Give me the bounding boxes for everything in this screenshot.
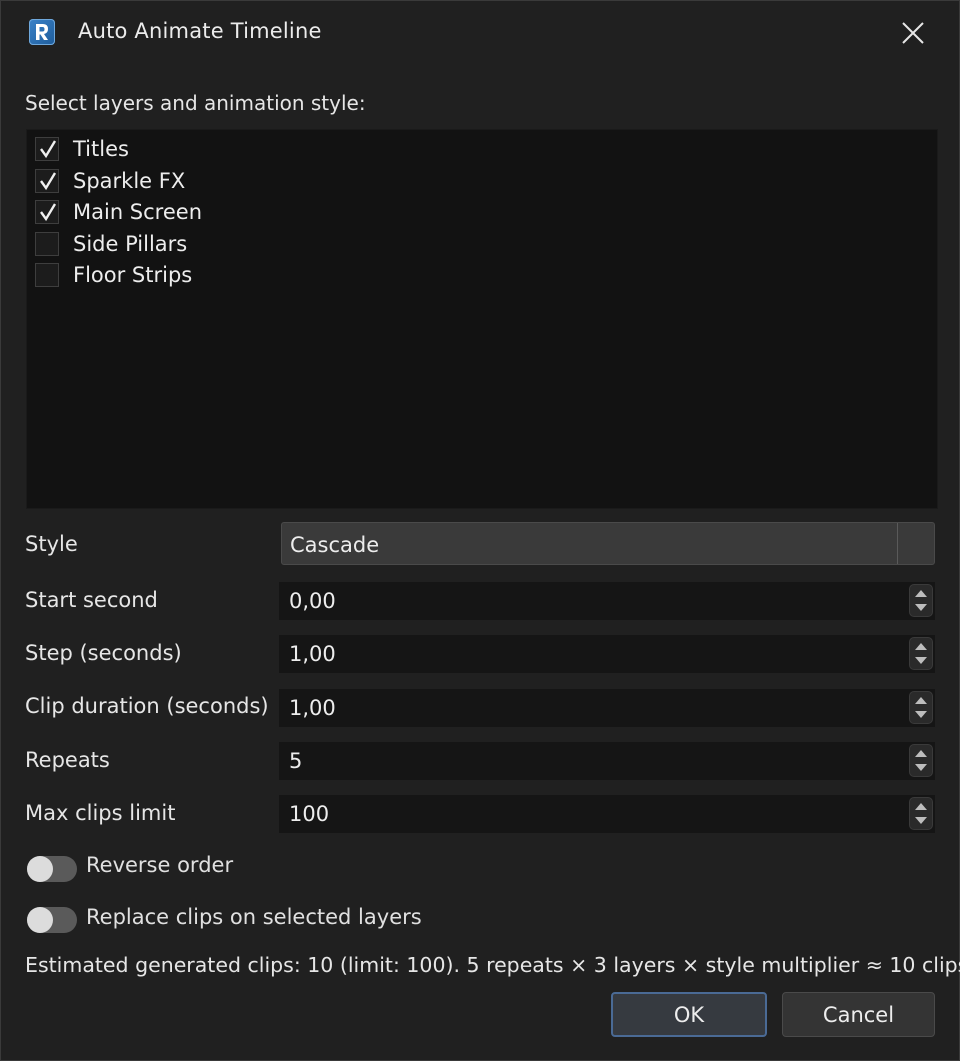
reverse-order-label: Reverse order — [86, 853, 234, 877]
max-clips-spinbox — [279, 795, 935, 833]
spin-buttons[interactable] — [909, 584, 933, 617]
window-title: Auto Animate Timeline — [78, 19, 322, 43]
layer-item-floor-strips[interactable]: Floor Strips — [35, 260, 192, 290]
style-select[interactable]: Cascade — [281, 522, 935, 565]
combo-divider — [897, 523, 898, 564]
dialog-window: Auto Animate Timeline Select layers and … — [0, 0, 960, 1061]
layer-list: Titles Sparkle FX Main Screen Side Pilla… — [26, 129, 938, 509]
step-label: Step (seconds) — [25, 641, 182, 665]
arrow-up-icon[interactable] — [915, 749, 927, 758]
layer-label: Titles — [73, 137, 129, 161]
layer-label: Side Pillars — [73, 232, 188, 256]
cancel-button[interactable]: Cancel — [782, 992, 935, 1037]
layer-label: Main Screen — [73, 200, 203, 224]
checkmark-icon — [40, 140, 57, 159]
layer-label: Floor Strips — [73, 263, 193, 287]
layer-checkbox[interactable] — [35, 200, 59, 224]
ok-button[interactable]: OK — [611, 992, 767, 1037]
close-button[interactable] — [889, 11, 937, 55]
title-bar: Auto Animate Timeline — [1, 1, 959, 65]
spin-buttons[interactable] — [909, 637, 933, 670]
layer-item-sparkle-fx[interactable]: Sparkle FX — [35, 166, 185, 196]
reverse-order-toggle[interactable] — [27, 856, 77, 882]
estimate-text: Estimated generated clips: 10 (limit: 10… — [25, 953, 960, 977]
layer-item-titles[interactable]: Titles — [35, 134, 129, 164]
layers-section-label: Select layers and animation style: — [25, 91, 366, 115]
arrow-down-icon[interactable] — [915, 816, 927, 825]
max-clips-input[interactable] — [279, 795, 899, 833]
toggle-knob — [27, 907, 53, 933]
step-spinbox — [279, 635, 935, 673]
layer-item-side-pillars[interactable]: Side Pillars — [35, 229, 187, 259]
max-clips-label: Max clips limit — [25, 801, 176, 825]
arrow-up-icon[interactable] — [915, 802, 927, 811]
spin-buttons[interactable] — [909, 744, 933, 777]
toggle-knob — [27, 856, 53, 882]
arrow-down-icon[interactable] — [915, 763, 927, 772]
repeats-input[interactable] — [279, 742, 899, 780]
layer-label: Sparkle FX — [73, 169, 186, 193]
arrow-up-icon[interactable] — [915, 696, 927, 705]
layer-checkbox[interactable] — [35, 232, 59, 256]
replace-clips-label: Replace clips on selected layers — [86, 905, 422, 929]
arrow-up-icon[interactable] — [915, 642, 927, 651]
repeats-spinbox — [279, 742, 935, 780]
spin-buttons[interactable] — [909, 797, 933, 830]
layer-checkbox[interactable] — [35, 137, 59, 161]
arrow-up-icon[interactable] — [915, 589, 927, 598]
style-select-value: Cascade — [290, 533, 380, 557]
replace-clips-toggle[interactable] — [27, 907, 77, 933]
start-second-spinbox — [279, 582, 935, 620]
arrow-down-icon[interactable] — [915, 656, 927, 665]
clip-duration-input[interactable] — [279, 689, 899, 727]
layer-checkbox[interactable] — [35, 169, 59, 193]
layer-item-main-screen[interactable]: Main Screen — [35, 197, 202, 227]
repeats-label: Repeats — [25, 748, 110, 772]
start-second-input[interactable] — [279, 582, 899, 620]
start-second-label: Start second — [25, 588, 158, 612]
layer-checkbox[interactable] — [35, 263, 59, 287]
spin-buttons[interactable] — [909, 691, 933, 724]
step-input[interactable] — [279, 635, 899, 673]
clip-duration-label: Clip duration (seconds) — [25, 694, 269, 718]
clip-duration-spinbox — [279, 689, 935, 727]
checkmark-icon — [40, 172, 57, 191]
arrow-down-icon[interactable] — [915, 710, 927, 719]
close-icon — [902, 22, 924, 44]
checkmark-icon — [40, 203, 57, 222]
app-logo-icon — [29, 19, 55, 45]
style-label: Style — [25, 532, 78, 556]
arrow-down-icon[interactable] — [915, 603, 927, 612]
